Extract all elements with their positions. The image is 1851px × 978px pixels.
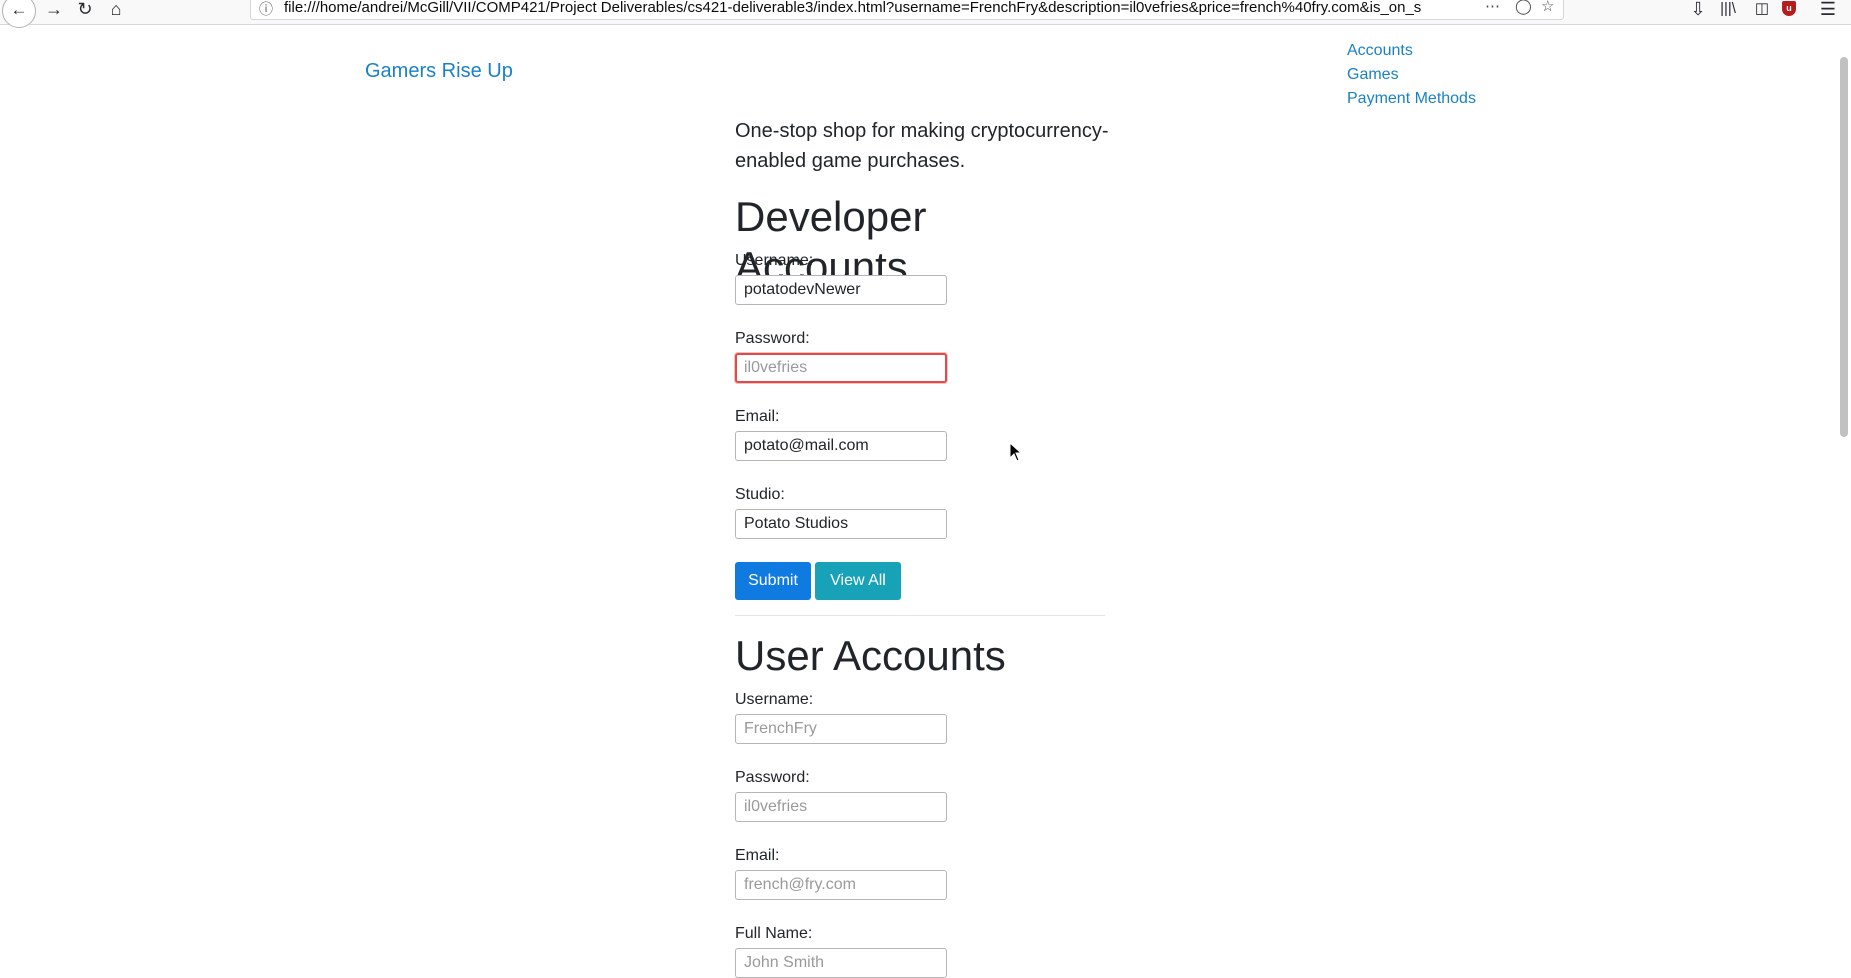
more-icon[interactable]: ⋯ [1485, 0, 1500, 15]
scroll-thumb[interactable] [1840, 57, 1848, 437]
user-email-label: Email: [735, 847, 780, 864]
developer-password-label: Password: [735, 330, 810, 347]
view-all-button[interactable]: View All [815, 562, 901, 600]
library-icon[interactable]: |||\ [1716, 0, 1740, 22]
developer-email-label: Email: [735, 408, 780, 425]
user-email-group: Email: [735, 847, 947, 900]
download-icon[interactable]: ⇩ [1686, 0, 1710, 22]
main-content: One-stop shop for making cryptocurrency-… [735, 116, 1109, 978]
user-email-input[interactable] [735, 870, 947, 900]
page-scrollbar[interactable] [1837, 25, 1851, 977]
user-username-group: Username: [735, 691, 947, 744]
url-bar[interactable]: ⓘ file:///home/andrei/McGill/VII/COMP421… [250, 0, 1564, 20]
developer-password-input[interactable] [735, 353, 947, 383]
developer-username-label: Username: [735, 252, 814, 269]
user-password-label: Password: [735, 769, 810, 786]
developer-username-group: Username: [735, 252, 947, 305]
browser-toolbar: ← → ↻ ⌂ ⓘ file:///home/andrei/McGill/VII… [0, 0, 1851, 28]
user-username-input[interactable] [735, 714, 947, 744]
reload-icon[interactable]: ↻ [73, 0, 97, 22]
developer-password-group: Password: [735, 330, 947, 383]
user-password-group: Password: [735, 769, 947, 822]
developer-studio-label: Studio: [735, 486, 785, 503]
developer-email-input[interactable] [735, 431, 947, 461]
back-icon[interactable]: ← [2, 0, 36, 28]
submit-button[interactable]: Submit [735, 562, 811, 600]
brand-link[interactable]: Gamers Rise Up [365, 60, 513, 83]
sidebar-icon[interactable]: ◫ [1750, 0, 1774, 22]
top-nav: Accounts Games Payment Methods [1347, 39, 1476, 111]
tagline: One-stop shop for making cryptocurrency-… [735, 120, 1109, 172]
url-fade [1441, 0, 1469, 19]
user-fullname-label: Full Name: [735, 925, 813, 942]
ublock-icon[interactable]: u [1782, 1, 1796, 16]
developer-studio-input[interactable] [735, 509, 947, 539]
user-password-input[interactable] [735, 792, 947, 822]
user-username-label: Username: [735, 691, 814, 708]
user-fullname-group: Full Name: [735, 925, 947, 978]
user-fullname-input[interactable] [735, 948, 947, 978]
nav-accounts[interactable]: Accounts [1347, 39, 1476, 63]
nav-games[interactable]: Games [1347, 63, 1476, 87]
info-icon[interactable]: ⓘ [259, 0, 273, 19]
bookmark-star-icon[interactable]: ☆ [1541, 0, 1554, 15]
developer-username-input[interactable] [735, 275, 947, 305]
menu-icon[interactable]: ☰ [1816, 0, 1840, 22]
user-accounts-title: User Accounts [735, 632, 1006, 679]
mouse-cursor-icon [1009, 442, 1023, 462]
home-icon[interactable]: ⌂ [104, 0, 128, 22]
section-divider [735, 615, 1105, 616]
developer-studio-group: Studio: [735, 486, 947, 539]
forward-icon[interactable]: → [42, 0, 66, 22]
nav-payment-methods[interactable]: Payment Methods [1347, 87, 1476, 111]
pocket-icon[interactable]: ◯ [1515, 0, 1532, 15]
developer-email-group: Email: [735, 408, 947, 461]
url-text[interactable]: file:///home/andrei/McGill/VII/COMP421/P… [284, 0, 1464, 16]
